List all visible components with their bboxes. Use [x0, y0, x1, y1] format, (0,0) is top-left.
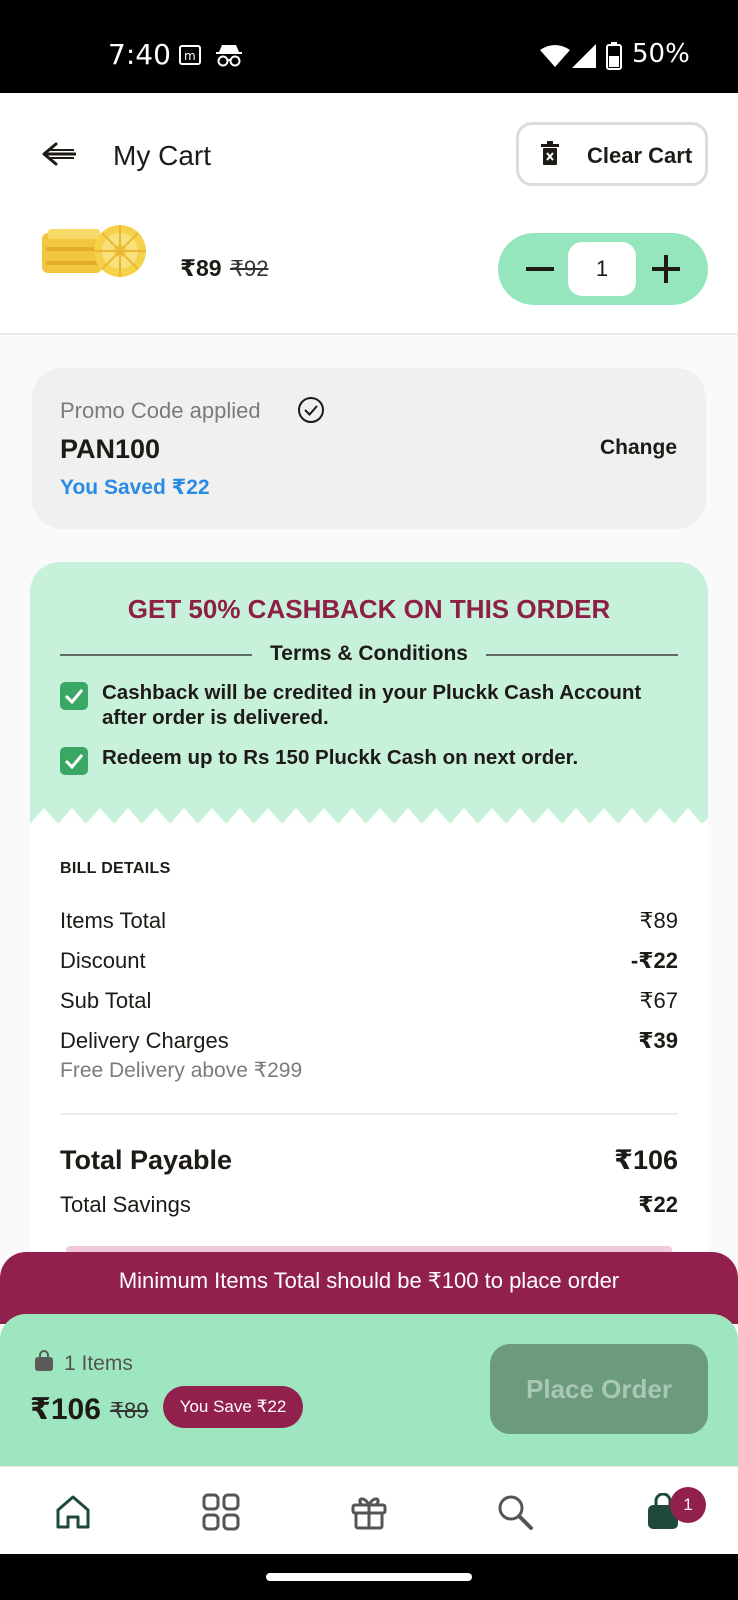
clear-cart-label: Clear Cart: [587, 143, 693, 168]
terms-text: Redeem up to Rs 150 Pluckk Cash on next …: [102, 746, 579, 769]
increase-quantity-button[interactable]: [652, 255, 680, 283]
total-savings-row: Total Savings ₹22: [60, 1192, 678, 1218]
savings-badge: You Save ₹22: [163, 1386, 303, 1428]
product-image: [42, 225, 146, 277]
bill-details: BILL DETAILS Items Total ₹89 Discount -₹…: [30, 824, 708, 1254]
total-savings-value: ₹22: [638, 1192, 678, 1217]
order-total: ₹106: [30, 1393, 101, 1426]
cashback-offer: GET 50% CASHBACK ON THIS ORDER Terms & C…: [30, 562, 708, 824]
bottom-navigation: 1: [0, 1466, 738, 1554]
bill-label: Sub Total: [60, 988, 152, 1013]
check-circle-icon: [298, 397, 324, 423]
bill-row: Delivery Charges ₹39: [60, 1028, 678, 1054]
cart-count-badge: 1: [670, 1487, 706, 1523]
order-summary-bar: 1 Items ₹106 ₹89 You Save ₹22 Place Orde…: [0, 1314, 738, 1466]
shopping-bag-icon: [35, 1350, 53, 1371]
bill-label: Discount: [60, 948, 146, 973]
delivery-note: Free Delivery above ₹299: [60, 1059, 303, 1082]
bill-value: ₹89: [639, 908, 678, 933]
item-price: ₹89: [180, 255, 222, 281]
checkbox-icon: [60, 682, 88, 710]
bill-row: Items Total ₹89: [60, 908, 678, 934]
terms-heading: Terms & Conditions: [270, 642, 468, 665]
total-payable-row: Total Payable ₹106: [60, 1145, 678, 1176]
item-mrp: ₹92: [230, 256, 269, 281]
terms-text: Cashback will be credited in your Pluckk…: [102, 681, 642, 729]
notification-icon: m: [179, 45, 201, 65]
divider: [60, 1113, 678, 1115]
clear-cart-button[interactable]: Clear Cart: [516, 122, 708, 186]
order-mrp: ₹89: [110, 1398, 149, 1423]
battery-percent: 50%: [632, 39, 690, 69]
bill-value: ₹39: [638, 1028, 678, 1053]
bill-heading: BILL DETAILS: [60, 860, 171, 877]
quantity-value: 1: [568, 242, 636, 296]
quantity-stepper: 1: [498, 233, 708, 305]
battery-icon: [606, 42, 622, 70]
bill-value: -₹22: [630, 948, 678, 973]
trash-icon: [541, 141, 559, 165]
decrease-quantity-button[interactable]: [526, 267, 554, 271]
promo-saved: You Saved ₹22: [60, 476, 210, 499]
cart-item: ₹89 ₹92 1: [0, 211, 738, 335]
bill-row: Discount -₹22: [60, 948, 678, 974]
app-header: My Cart Clear Cart: [0, 93, 738, 211]
change-promo-button[interactable]: Change: [600, 436, 677, 460]
place-order-button[interactable]: Place Order: [490, 1344, 708, 1434]
incognito-icon: [216, 45, 242, 67]
zigzag-edge: [30, 804, 708, 824]
svg-text:m: m: [184, 49, 196, 63]
items-count: 1 Items: [64, 1352, 133, 1375]
promo-label: Promo Code applied: [60, 398, 261, 423]
status-time: 7:40: [108, 38, 171, 71]
status-bar: 7:40 m 50%: [0, 0, 738, 93]
bill-value: ₹67: [639, 988, 678, 1013]
total-savings-label: Total Savings: [60, 1192, 191, 1217]
total-payable-label: Total Payable: [60, 1145, 233, 1175]
search-icon[interactable]: [496, 1493, 534, 1531]
cashback-title: GET 50% CASHBACK ON THIS ORDER: [127, 594, 611, 624]
home-icon[interactable]: [54, 1493, 92, 1531]
home-gesture-handle[interactable]: [266, 1573, 472, 1581]
system-gesture-bar: [0, 1554, 738, 1600]
categories-icon[interactable]: [202, 1493, 240, 1531]
promo-card: Promo Code applied PAN100 You Saved ₹22 …: [32, 368, 706, 529]
back-arrow-icon[interactable]: [40, 139, 80, 169]
promo-code: PAN100: [60, 434, 161, 464]
page-title: My Cart: [113, 140, 211, 171]
gift-icon[interactable]: [350, 1493, 388, 1531]
wifi-icon: [540, 45, 570, 67]
total-payable-value: ₹106: [614, 1145, 678, 1175]
signal-icon: [572, 44, 596, 68]
bill-label: Items Total: [60, 908, 166, 933]
checkbox-icon: [60, 747, 88, 775]
bill-label: Delivery Charges: [60, 1028, 229, 1053]
bill-row: Sub Total ₹67: [60, 988, 678, 1014]
